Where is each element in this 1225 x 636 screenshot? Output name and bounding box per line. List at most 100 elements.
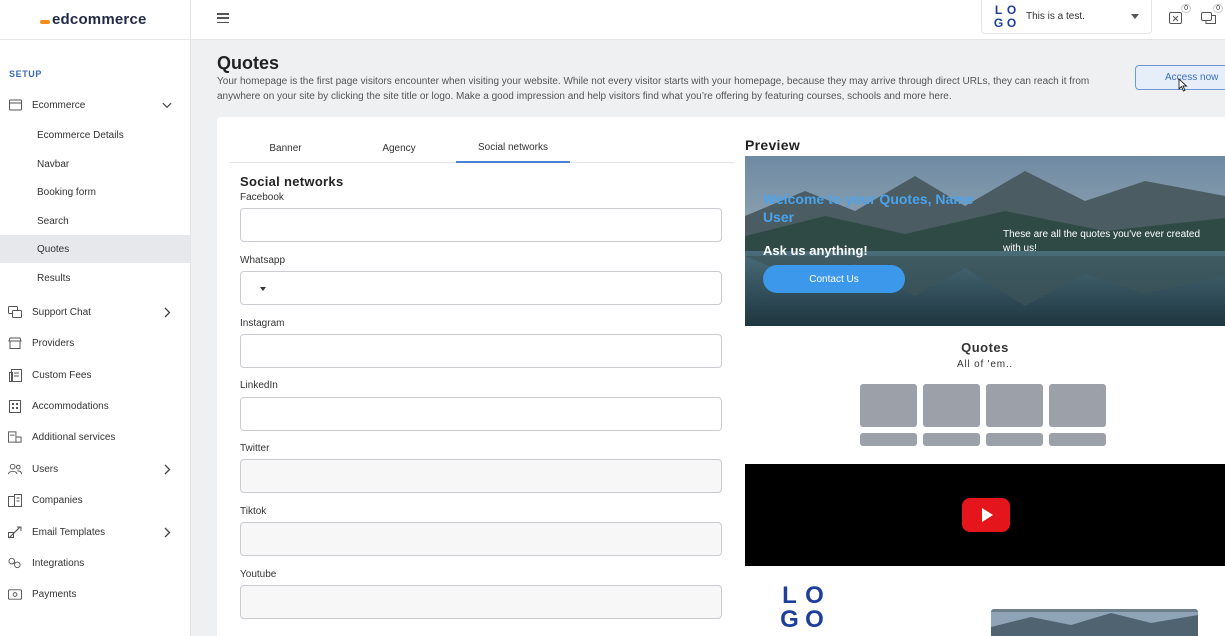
- sidebar-item-label: Ecommerce: [32, 99, 86, 111]
- sidebar-item-label: Accommodations: [32, 400, 109, 412]
- footer-thumbnail-image: [991, 609, 1198, 636]
- preview-title: Preview: [745, 137, 801, 153]
- logo-letter: G: [993, 15, 1004, 30]
- quote-card-placeholder: [923, 384, 980, 427]
- notifications-button[interactable]: 0: [1169, 4, 1191, 25]
- sidebar-subitem-quotes[interactable]: Quotes: [0, 235, 190, 263]
- logo-letter: L: [994, 2, 1003, 17]
- sidebar-item-label: Integrations: [32, 557, 85, 569]
- close-box-icon: [1169, 12, 1182, 24]
- sidebar: edcommerce SETUP Ecommerce Ecommerce Det…: [0, 0, 191, 636]
- youtube-play-icon[interactable]: [962, 498, 1010, 532]
- youtube-field[interactable]: [240, 585, 722, 619]
- site-selector[interactable]: L O G O This is a test.: [981, 0, 1152, 34]
- logo-letter: G: [780, 606, 799, 633]
- twitter-field[interactable]: [240, 459, 722, 493]
- quotes-heading: Quotes: [961, 340, 1009, 355]
- sidebar-item-label: Support Chat: [32, 306, 91, 318]
- linkedin-field[interactable]: [240, 397, 722, 431]
- quotes-subtitle: All of 'em..: [957, 359, 1013, 370]
- store-icon: [8, 336, 22, 350]
- chat-bubbles-icon: [1201, 12, 1216, 24]
- quote-label-placeholder: [923, 433, 980, 446]
- sidebar-item-label: Users: [32, 463, 59, 475]
- sidebar-item-providers[interactable]: Providers: [0, 334, 190, 352]
- quote-card-placeholder: [860, 384, 917, 427]
- logo-letter: O: [1006, 2, 1017, 17]
- section-label-setup: SETUP: [9, 69, 43, 79]
- page-title: Quotes: [217, 53, 280, 73]
- caret-down-icon: [1131, 14, 1139, 19]
- brand-logo[interactable]: edcommerce: [0, 0, 190, 40]
- sidebar-item-payments[interactable]: Payments: [0, 585, 190, 603]
- sidebar-item-label: Companies: [32, 494, 83, 506]
- sidebar-item-accommodations[interactable]: Accommodations: [0, 397, 190, 415]
- sidebar-item-support-chat[interactable]: Support Chat: [0, 303, 190, 321]
- hero-ask-text: Ask us anything!: [763, 243, 868, 258]
- twitter-label: Twitter: [240, 443, 270, 454]
- sidebar-subitem-booking-form[interactable]: Booking form: [0, 178, 190, 206]
- video-embed[interactable]: [745, 464, 1225, 566]
- users-icon: [8, 462, 22, 476]
- tiktok-field[interactable]: [240, 522, 722, 556]
- country-dropdown-icon[interactable]: [260, 287, 266, 291]
- chevron-right-icon[interactable]: [162, 527, 172, 537]
- tab-banner[interactable]: Banner: [229, 133, 342, 163]
- chevron-down-icon[interactable]: [162, 100, 172, 110]
- tab-agency[interactable]: Agency: [342, 133, 456, 163]
- tab-social-networks[interactable]: Social networks: [456, 133, 570, 163]
- sidebar-subitem-ecommerce-details[interactable]: Ecommerce Details: [0, 121, 190, 149]
- messages-button[interactable]: 0: [1201, 4, 1223, 25]
- sidebar-item-additional-services[interactable]: Additional services: [0, 428, 190, 446]
- sidebar-item-label: Email Templates: [32, 526, 106, 538]
- preview-hero-banner: Welcome to your Quotes, Name User Ask us…: [745, 156, 1225, 326]
- services-icon: [8, 430, 22, 444]
- payments-icon: [8, 587, 22, 601]
- companies-icon: [8, 493, 22, 507]
- hamburger-menu-icon[interactable]: [217, 13, 229, 23]
- notifications-count-badge: 0: [1181, 4, 1191, 13]
- form-title: Social networks: [240, 174, 344, 189]
- whatsapp-field[interactable]: [240, 271, 722, 305]
- chevron-right-icon[interactable]: [162, 307, 172, 317]
- quote-card-placeholder: [1049, 384, 1106, 427]
- chat-icon: [8, 305, 22, 319]
- messages-count-badge: 0: [1213, 4, 1223, 13]
- quote-label-placeholder: [1049, 433, 1106, 446]
- receipt-icon: [8, 368, 22, 382]
- quote-label-placeholder: [860, 433, 917, 446]
- brand-mark-icon: [40, 19, 50, 24]
- facebook-field[interactable]: [240, 208, 722, 242]
- sidebar-item-users[interactable]: Users: [0, 460, 190, 478]
- whatsapp-label: Whatsapp: [240, 255, 286, 266]
- storefront-icon: [8, 98, 22, 112]
- sidebar-subitem-results[interactable]: Results: [0, 264, 190, 292]
- site-name: This is a test.: [1026, 11, 1085, 22]
- linkedin-label: LinkedIn: [240, 380, 278, 391]
- sidebar-item-custom-fees[interactable]: Custom Fees: [0, 366, 190, 384]
- chevron-right-icon[interactable]: [162, 464, 172, 474]
- sidebar-subitem-search[interactable]: Search: [0, 207, 190, 235]
- tab-bar: Banner Agency Social networks: [229, 133, 734, 163]
- quote-label-placeholder: [986, 433, 1043, 446]
- hero-quotes-text: These are all the quotes you've ever cre…: [1003, 229, 1201, 254]
- integrations-icon: [8, 556, 22, 570]
- youtube-label: Youtube: [240, 569, 277, 580]
- sidebar-subitem-navbar[interactable]: Navbar: [0, 150, 190, 178]
- page-description: Your homepage is the first page visitors…: [217, 76, 1090, 102]
- hero-welcome-heading: Welcome to your Quotes, Name User: [763, 191, 974, 225]
- mouse-cursor-icon: [1178, 78, 1188, 92]
- content-card: Banner Agency Social networks Social net…: [217, 117, 1225, 636]
- logo-letter: O: [1006, 15, 1017, 30]
- instagram-field[interactable]: [240, 334, 722, 368]
- contact-us-button[interactable]: Contact Us: [763, 265, 905, 293]
- sidebar-item-integrations[interactable]: Integrations: [0, 554, 190, 572]
- sidebar-item-companies[interactable]: Companies: [0, 491, 190, 509]
- sidebar-item-label: Providers: [32, 337, 75, 349]
- tiktok-label: Tiktok: [240, 506, 267, 517]
- instagram-label: Instagram: [240, 318, 285, 329]
- logo-letter: O: [805, 606, 824, 633]
- sidebar-item-ecommerce[interactable]: Ecommerce: [0, 96, 190, 114]
- sidebar-item-email-templates[interactable]: Email Templates: [0, 523, 190, 541]
- sidebar-item-label: Additional services: [32, 431, 116, 443]
